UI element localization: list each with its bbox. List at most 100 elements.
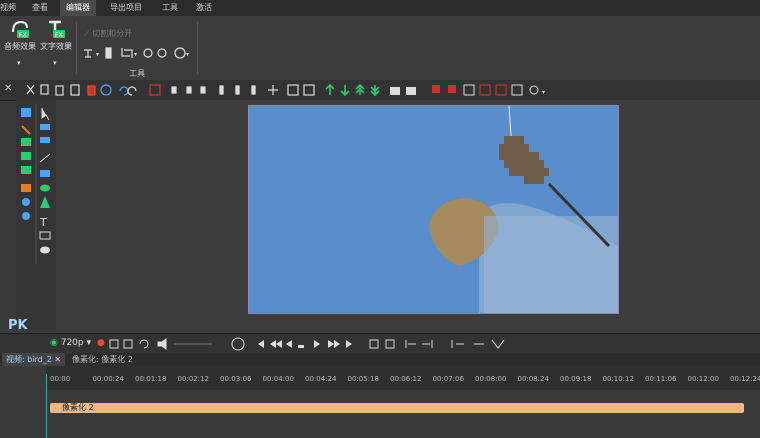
fast-forward-icon — [328, 340, 340, 348]
ruler-tick-label: 00:01:18 — [135, 375, 167, 383]
menu-view[interactable]: 查看 — [32, 0, 48, 16]
shape-icon — [390, 87, 400, 95]
skip-start-icon — [256, 340, 264, 348]
svg-text:▾: ▾ — [134, 51, 137, 58]
video-icon — [21, 166, 31, 174]
tools-group-label: 工具 — [129, 69, 145, 78]
fit-icon — [287, 84, 299, 96]
close-icon[interactable]: ✕ — [54, 353, 61, 366]
snapshot-icon — [149, 84, 161, 96]
ruler-tick-label: 00:00 — [50, 375, 71, 383]
ruler-tick-label: 00:10:12 — [602, 375, 634, 383]
image-icon — [21, 138, 31, 146]
next-marker-icon — [422, 340, 433, 348]
svg-text:FX: FX — [55, 32, 63, 39]
crop-icon — [121, 48, 133, 58]
layer-alt-icon — [448, 85, 456, 93]
cut-icon — [26, 84, 35, 95]
rewind-icon — [270, 340, 282, 348]
ruler-tick-label: 00:08:00 — [475, 375, 507, 383]
text-box-icon — [40, 137, 50, 143]
solid-rect-icon — [40, 170, 50, 177]
text-tool-icon: T — [39, 216, 47, 229]
text-effects-dropdown-icon[interactable]: ▾ — [53, 59, 57, 67]
fit-frame-icon — [511, 84, 523, 96]
rotate-right-icon — [157, 48, 167, 58]
menu-tools[interactable]: 工具 — [162, 0, 178, 16]
text-fx-icon: FX — [49, 20, 65, 39]
video-preview[interactable] — [248, 105, 619, 314]
ribbon-divider — [76, 22, 77, 74]
move-bottom-icon — [370, 85, 380, 97]
tools-panel: T PK — [8, 100, 56, 333]
timeline-tabs: 视频: bird_2 ✕ 像素化: 像素化 2 — [0, 353, 760, 366]
align-icon — [84, 49, 92, 58]
align-left-icon — [171, 86, 177, 94]
resolution-selector[interactable]: ◉ 720p ▾ — [50, 338, 91, 348]
clip-label: 像素化 2 — [62, 403, 94, 412]
pointer-icon — [41, 108, 50, 121]
ruler-tick-label: 00:12:24 — [730, 375, 760, 383]
ribbon-tools-row: ▾ ▾ ▾ — [84, 47, 189, 59]
timeline-ruler[interactable]: 00:00 00:00:24 00:01:18 00:02:12 00:03:06 00:… — [46, 366, 760, 390]
align-bottom-icon — [251, 85, 256, 95]
select-all-icon — [100, 84, 112, 96]
subtitle-icon — [39, 231, 51, 240]
tab-pixelate[interactable]: 像素化: 像素化 2 — [68, 353, 137, 366]
move-top-icon — [355, 83, 365, 95]
fill-icon — [303, 84, 315, 96]
mark-in-icon — [369, 339, 379, 349]
align-right-icon — [200, 86, 206, 94]
move-down-icon — [340, 85, 350, 97]
bird-bottle-image — [249, 106, 618, 313]
music-icon — [21, 152, 31, 160]
audio-effects-button[interactable]: FX 音频效果 — [2, 18, 38, 52]
tab-video-bird[interactable]: 视频: bird_2 ✕ — [2, 353, 66, 366]
chevron-down-icon: ▾ — [86, 338, 92, 348]
center-icon — [268, 85, 278, 95]
ruler-tick-label: 00:02:12 — [177, 375, 209, 383]
line-icon — [39, 153, 51, 163]
snap-icon — [491, 339, 505, 349]
loop-icon — [109, 339, 119, 349]
text-effects-button[interactable]: FX 文字效果 — [38, 18, 74, 52]
edit-toolbar: ✕ ▾ — [0, 80, 760, 101]
align-center-icon — [186, 86, 192, 94]
ruler-tick-label: 00:04:00 — [262, 375, 294, 383]
move-up-icon — [325, 83, 335, 95]
ruler-tick-label: 00:06:12 — [390, 375, 422, 383]
stop-icon — [298, 345, 304, 348]
menu-export[interactable]: 导出项目 — [110, 0, 142, 16]
split-tool-button[interactable]: ⟋ 切割和分开 — [84, 28, 132, 39]
svg-text:▾: ▾ — [186, 51, 189, 58]
loop-controls — [109, 338, 212, 350]
mask-icon — [406, 87, 416, 95]
ellipse-icon — [40, 184, 50, 192]
star-icon — [40, 196, 50, 208]
rotate-left-icon — [143, 48, 153, 58]
ruler-tick-label: 00:05:18 — [347, 375, 379, 383]
bar-chart-icon — [21, 184, 31, 192]
menu-editor[interactable]: 编辑器 — [60, 0, 96, 16]
speed-icon — [174, 47, 186, 59]
pixelate-clip[interactable] — [50, 403, 744, 413]
redo-icon — [127, 86, 137, 96]
playhead[interactable] — [46, 374, 47, 438]
repeat-icon — [123, 339, 133, 349]
safe-zone-icon — [479, 84, 491, 96]
dots-icon — [22, 198, 30, 206]
close-panel-icon[interactable]: ✕ — [4, 83, 12, 94]
menu-bar: 视频 查看 编辑器 导出项目 工具 激活 — [0, 0, 760, 16]
ruler-tick-label: 00:11:06 — [645, 375, 677, 383]
copy-icon — [40, 84, 49, 95]
frame-icon — [495, 84, 507, 96]
menu-video[interactable]: 视频 — [0, 0, 16, 16]
eye-icon: ◉ — [50, 338, 58, 348]
record-icon[interactable]: ● — [97, 338, 105, 348]
menu-activate[interactable]: 激活 — [196, 0, 212, 16]
person-icon — [21, 125, 31, 135]
ribbon-divider — [197, 22, 198, 74]
audio-effects-dropdown-icon[interactable]: ▾ — [17, 59, 21, 67]
ruler-tick-label: 00:12:00 — [687, 375, 719, 383]
volume-icon — [157, 338, 167, 350]
